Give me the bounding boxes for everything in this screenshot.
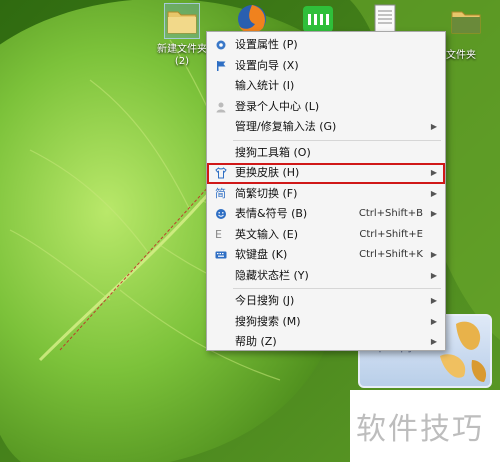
submenu-arrow-icon: ▶ (430, 250, 437, 259)
menu-item-label: 隐藏状态栏 (Y) (235, 268, 309, 282)
menu-item-label: 简繁切换 (F) (235, 186, 298, 200)
menu-separator (233, 288, 441, 289)
folder-icon (451, 11, 481, 34)
menu-item-toolbox[interactable]: 搜狗工具箱 (O) (207, 143, 445, 164)
menu-item-sogou-search[interactable]: 搜狗搜索 (M) ▶ (207, 312, 445, 333)
menu-item-label: 软键盘 (K) (235, 248, 288, 261)
menu-item-setup-wizard[interactable]: 设置向导 (X) (207, 56, 445, 77)
user-icon (216, 102, 226, 112)
menu-item-label: 搜狗工具箱 (O) (235, 145, 311, 159)
desktop-icon-label: 新建文件夹 (2) (157, 44, 207, 67)
e-icon: E (215, 227, 222, 241)
menu-item-label: 管理/修复输入法 (G) (235, 120, 337, 133)
flag-icon (217, 60, 226, 71)
menu-item-label: 设置属性 (P) (235, 38, 298, 51)
menu-item-label: 登录个人中心 (L) (235, 99, 320, 113)
menu-item-login[interactable]: 登录个人中心 (L) (207, 97, 445, 118)
watermark-text: 软件技巧 (356, 412, 484, 447)
menu-item-soft-keyboard[interactable]: 软键盘 (K) Ctrl+Shift+K ▶ (207, 245, 445, 266)
keyboard-icon (215, 251, 227, 259)
submenu-arrow-icon: ▶ (430, 209, 437, 218)
menu-item-shortcut: Ctrl+Shift+B (358, 208, 423, 219)
menu-item-emoji-symbols[interactable]: 表情&符号 (B) Ctrl+Shift+B ▶ (207, 204, 445, 225)
menu-item-manage-ime[interactable]: 管理/修复输入法 (G) ▶ (207, 117, 445, 138)
menu-separator (233, 139, 441, 141)
submenu-arrow-icon: ▶ (430, 270, 437, 280)
menu-item-hide-statusbar[interactable]: 隐藏状态栏 (Y) ▶ (207, 266, 445, 287)
ime-context-menu: 设置属性 (P) 设置向导 (X) 输入统计 (I) 登录个人中心 (L) 管理… (206, 31, 446, 351)
menu-item-label: 今日搜狗 (J) (235, 294, 295, 307)
menu-item-label: 更换皮肤 (H) (235, 166, 300, 179)
smiley-icon (216, 209, 226, 219)
submenu-arrow-icon: ▶ (430, 296, 437, 305)
shirt-icon (215, 167, 227, 179)
menu-item-help[interactable]: 帮助 (Z) ▶ (207, 332, 445, 353)
submenu-arrow-icon: ▶ (430, 168, 437, 177)
menu-item-label: 设置向导 (X) (235, 58, 299, 72)
menu-item-english-input[interactable]: E 英文输入 (E) Ctrl+Shift+E (207, 225, 445, 246)
menu-item-label: 英文输入 (E) (235, 227, 299, 241)
menu-item-today-sogou[interactable]: 今日搜狗 (J) ▶ (207, 291, 445, 312)
submenu-arrow-icon: ▶ (430, 337, 437, 346)
menu-item-label: 帮助 (Z) (235, 335, 277, 348)
menu-item-label: 表情&符号 (B) (235, 207, 308, 220)
menu-item-label: 搜狗搜索 (M) (235, 314, 301, 328)
menu-item-shortcut: Ctrl+Shift+E (359, 228, 423, 240)
folder-icon (164, 3, 200, 39)
gear-icon (216, 40, 226, 50)
submenu-arrow-icon: ▶ (430, 316, 437, 326)
menu-item-simplified-traditional[interactable]: 简 简繁切换 (F) ▶ (207, 184, 445, 205)
submenu-arrow-icon: ▶ (430, 188, 437, 198)
menu-item-label: 输入统计 (I) (235, 79, 295, 92)
desktop-icon-new-folder[interactable]: 新建文件夹 (2) (152, 3, 212, 68)
jian-icon: 简 (215, 186, 226, 200)
menu-item-input-stats[interactable]: 输入统计 (I) (207, 76, 445, 97)
submenu-arrow-icon: ▶ (430, 122, 437, 131)
menu-item-settings[interactable]: 设置属性 (P) (207, 35, 445, 56)
desktop-icon-label: 文件夹 (446, 50, 476, 61)
menu-item-shortcut: Ctrl+Shift+K (359, 249, 423, 260)
menu-item-change-skin[interactable]: 更换皮肤 (H) ▶ (207, 163, 445, 184)
watermark: 软件技巧 (350, 390, 500, 462)
